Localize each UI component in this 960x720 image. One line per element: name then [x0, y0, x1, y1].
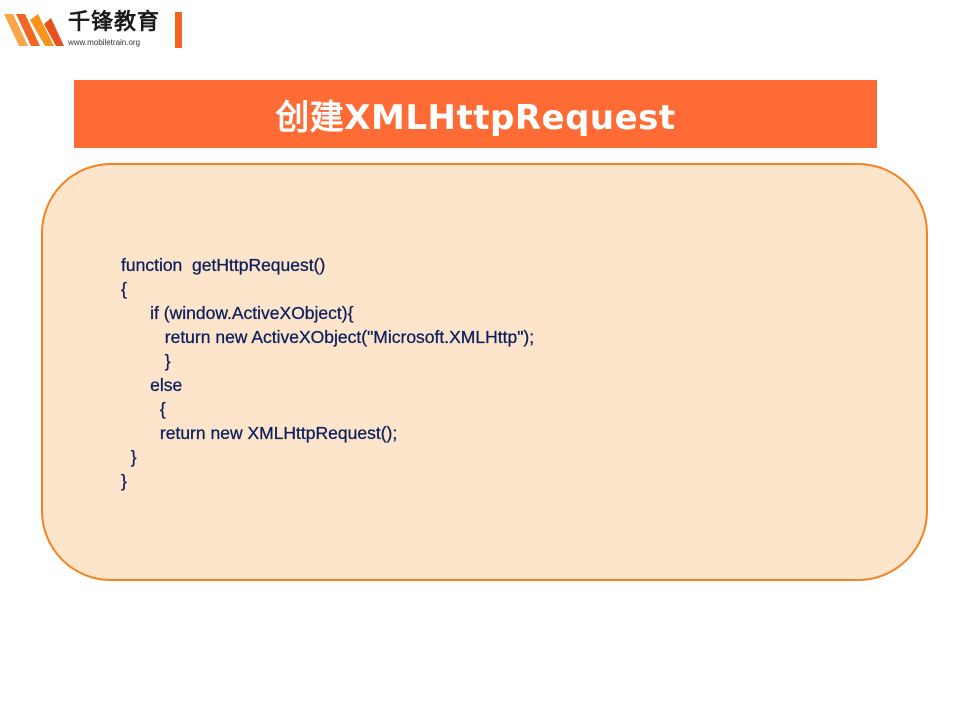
code-block: function getHttpRequest() { if (window.A… — [121, 253, 534, 493]
logo-mark-icon — [4, 14, 64, 46]
code-line: function getHttpRequest() — [121, 255, 326, 275]
slide-title: 创建XMLHttpRequest — [275, 97, 676, 138]
brand-logo: 千锋教育 www.mobiletrain.org — [4, 8, 184, 50]
code-line: { — [121, 279, 127, 299]
code-box: function getHttpRequest() { if (window.A… — [41, 163, 928, 581]
code-line: return new XMLHttpRequest(); — [121, 423, 398, 443]
logo-accent-bar — [175, 12, 182, 48]
code-line: else — [121, 375, 183, 395]
code-line: } — [121, 471, 127, 491]
code-line: } — [121, 351, 171, 371]
code-line: } — [121, 447, 137, 467]
code-line: { — [121, 399, 166, 419]
code-line: if (window.ActiveXObject){ — [121, 303, 354, 323]
logo-name: 千锋教育 — [68, 10, 161, 35]
code-line: return new ActiveXObject("Microsoft.XMLH… — [121, 327, 535, 347]
logo-url: www.mobiletrain.org — [68, 38, 141, 47]
title-banner: 创建XMLHttpRequest — [74, 80, 877, 148]
slide: 千锋教育 www.mobiletrain.org 创建XMLHttpReques… — [0, 0, 960, 720]
